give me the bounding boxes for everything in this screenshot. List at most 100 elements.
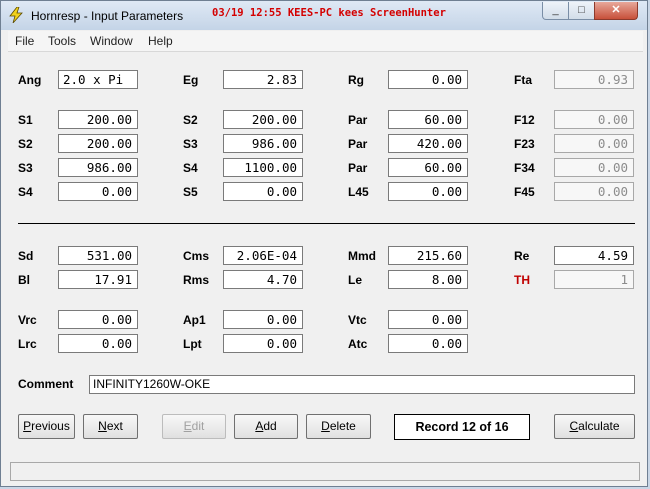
menu-bar: File Tools Window Help [8, 31, 643, 52]
field-rg[interactable]: 0.00 [388, 70, 468, 89]
window-title: Hornresp - Input Parameters [31, 9, 184, 23]
next-button[interactable]: Next [83, 414, 138, 439]
label-f45: F45 [514, 185, 535, 199]
close-button[interactable]: ✕ [594, 2, 638, 20]
field-vrc[interactable]: 0.00 [58, 310, 138, 329]
field-vtc[interactable]: 0.00 [388, 310, 468, 329]
label-vtc: Vtc [348, 313, 367, 327]
field-atc[interactable]: 0.00 [388, 334, 468, 353]
field-f12: 0.00 [554, 110, 634, 129]
section-divider [18, 223, 635, 224]
label-fta: Fta [514, 73, 532, 87]
label-rms: Rms [183, 273, 210, 287]
label-re: Re [514, 249, 530, 263]
label-sd: Sd [18, 249, 34, 263]
field-mmd[interactable]: 215.60 [388, 246, 468, 265]
field-s1[interactable]: 200.00 [58, 110, 138, 129]
field-cms[interactable]: 2.06E-04 [223, 246, 303, 265]
label-lpt: Lpt [183, 337, 202, 351]
field-par-3[interactable]: 60.00 [388, 158, 468, 177]
label-rg: Rg [348, 73, 364, 87]
label-par-3: Par [348, 161, 368, 175]
label-s2: S2 [183, 113, 198, 127]
menu-window[interactable]: Window [90, 34, 133, 48]
field-le[interactable]: 8.00 [388, 270, 468, 289]
comment-field[interactable]: INFINITY1260W-OKE [89, 375, 635, 394]
label-lrc: Lrc [18, 337, 37, 351]
field-s2[interactable]: 200.00 [223, 110, 303, 129]
field-ap1[interactable]: 0.00 [223, 310, 303, 329]
edit-button[interactable]: Edit [162, 414, 226, 439]
menu-tools[interactable]: Tools [48, 34, 76, 48]
label-bl: Bl [18, 273, 30, 287]
field-s5[interactable]: 0.00 [223, 182, 303, 201]
maximize-button[interactable]: □ [568, 2, 595, 20]
status-bar [10, 462, 640, 481]
maximize-icon: □ [578, 4, 585, 16]
edit-button-mnemonic: E [183, 419, 192, 433]
field-s3[interactable]: 986.00 [223, 134, 303, 153]
field-bl[interactable]: 17.91 [58, 270, 138, 289]
next-button-mnemonic: N [98, 419, 107, 433]
title-bar[interactable]: Hornresp - Input Parameters 03/19 12:55 … [1, 1, 647, 30]
label-s3: S3 [183, 137, 198, 151]
label-s3-seg3: S3 [18, 161, 33, 175]
label-f23: F23 [514, 137, 535, 151]
field-fta: 0.93 [554, 70, 634, 89]
field-rms[interactable]: 4.70 [223, 270, 303, 289]
field-f45: 0.00 [554, 182, 634, 201]
calculate-button[interactable]: Calculate [554, 414, 635, 439]
field-f34: 0.00 [554, 158, 634, 177]
minimize-button[interactable]: _ [542, 2, 569, 20]
field-par-2[interactable]: 420.00 [388, 134, 468, 153]
edit-button-label: dit [191, 419, 205, 433]
label-ap1: Ap1 [183, 313, 206, 327]
delete-button-mnemonic: D [321, 419, 330, 433]
previous-button-label: revious [31, 419, 70, 433]
minimize-icon: _ [552, 4, 559, 16]
field-ang[interactable]: 2.0 x Pi [58, 70, 138, 89]
previous-button[interactable]: Previous [18, 414, 75, 439]
label-le: Le [348, 273, 363, 287]
field-eg[interactable]: 2.83 [223, 70, 303, 89]
field-s4[interactable]: 1100.00 [223, 158, 303, 177]
menu-file[interactable]: File [15, 34, 34, 48]
field-re[interactable]: 4.59 [554, 246, 634, 265]
screenhunter-stamp: 03/19 12:55 KEES-PC kees ScreenHunter [212, 7, 446, 19]
field-s4-seg4[interactable]: 0.00 [58, 182, 138, 201]
label-f12: F12 [514, 113, 535, 127]
hornresp-window: Hornresp - Input Parameters 03/19 12:55 … [0, 0, 648, 487]
field-sd[interactable]: 531.00 [58, 246, 138, 265]
delete-button[interactable]: Delete [306, 414, 371, 439]
previous-button-mnemonic: P [23, 419, 32, 433]
field-th: 1 [554, 270, 634, 289]
add-button[interactable]: Add [234, 414, 298, 439]
label-eg: Eg [183, 73, 199, 87]
field-f23: 0.00 [554, 134, 634, 153]
label-s2-seg2: S2 [18, 137, 33, 151]
field-lpt[interactable]: 0.00 [223, 334, 303, 353]
label-s5: S5 [183, 185, 198, 199]
field-par-1[interactable]: 60.00 [388, 110, 468, 129]
label-s4-seg4: S4 [18, 185, 33, 199]
next-button-label: ext [106, 419, 123, 433]
add-button-label: dd [263, 419, 277, 433]
label-f34: F34 [514, 161, 535, 175]
label-s4: S4 [183, 161, 198, 175]
calculate-button-label: alculate [578, 419, 620, 433]
label-cms: Cms [183, 249, 210, 263]
label-mmd: Mmd [348, 249, 376, 263]
calculate-button-mnemonic: C [569, 419, 579, 433]
label-s1: S1 [18, 113, 33, 127]
lightning-app-icon [9, 7, 23, 23]
label-th: TH [514, 273, 530, 287]
label-ang: Ang [18, 73, 42, 87]
label-par-1: Par [348, 113, 368, 127]
menu-help[interactable]: Help [148, 34, 173, 48]
record-indicator: Record 12 of 16 [394, 414, 530, 440]
field-s3-seg3[interactable]: 986.00 [58, 158, 138, 177]
field-s2-seg2[interactable]: 200.00 [58, 134, 138, 153]
close-icon: ✕ [611, 4, 621, 16]
field-l45[interactable]: 0.00 [388, 182, 468, 201]
field-lrc[interactable]: 0.00 [58, 334, 138, 353]
